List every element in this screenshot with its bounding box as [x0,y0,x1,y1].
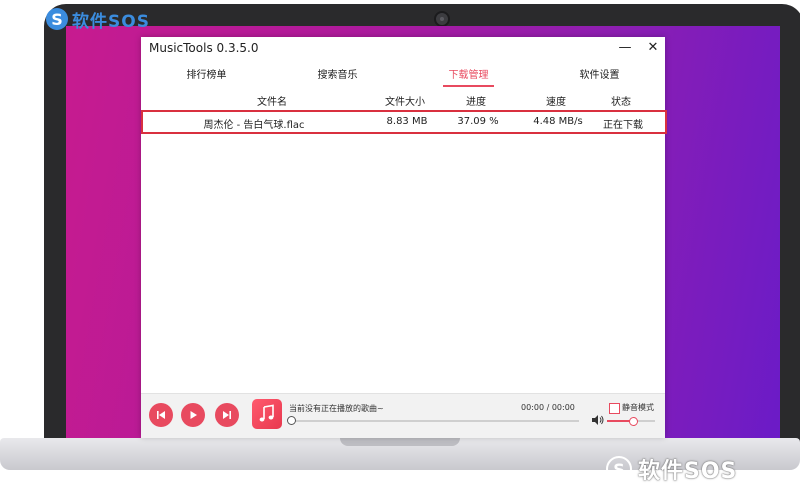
laptop-notch [340,438,460,446]
watermark-text-bottom: 软件SOS [638,459,738,484]
tab-bar: 排行榜单 搜索音乐 下载管理 软件设置 [141,65,665,87]
mute-checkbox[interactable] [609,403,620,414]
title-bar: MusicTools 0.3.5.0 — ✕ [141,37,665,61]
volume-icon[interactable] [591,414,605,426]
minimize-button[interactable]: — [616,39,634,57]
column-header-status[interactable]: 状态 [586,93,656,108]
progress-slider[interactable] [291,420,579,422]
tab-search[interactable]: 搜索音乐 [272,67,403,85]
logo-mark-icon: S [606,456,632,482]
table-row[interactable]: 周杰伦 - 告白气球.flac 8.83 MB 37.09 % 4.48 MB/… [141,110,667,134]
previous-button[interactable] [149,403,173,427]
logo-mark-icon: S [46,8,68,30]
column-header-filename[interactable]: 文件名 [177,93,367,108]
next-icon [223,411,231,419]
cell-filename: 周杰伦 - 告白气球.flac [203,120,305,131]
watermark-logo-bottom: S 软件SOS [606,454,737,484]
next-button[interactable] [215,403,239,427]
time-display: 00:00 / 00:00 [521,403,575,412]
tab-downloads[interactable]: 下载管理 [403,67,534,87]
close-button[interactable]: ✕ [644,39,662,57]
tab-charts[interactable]: 排行榜单 [141,67,272,85]
play-button[interactable] [181,403,205,427]
music-note-icon [259,404,274,422]
cell-progress: 37.09 % [457,116,499,127]
player-bar: 当前没有正在播放的歌曲~ 00:00 / 00:00 静音模式 [141,393,665,438]
play-icon [190,411,197,419]
volume-slider-knob[interactable] [629,417,639,426]
volume-slider[interactable] [607,417,655,426]
tab-settings[interactable]: 软件设置 [534,67,665,85]
table-header: 文件名 文件大小 进度 速度 状态 [141,89,665,109]
progress-slider-knob[interactable] [287,416,296,425]
cell-status: 正在下载 [603,120,643,131]
previous-icon [157,411,165,419]
camera-icon [434,11,450,27]
window-title: MusicTools 0.3.5.0 [149,41,259,55]
column-header-progress[interactable]: 进度 [431,93,521,108]
watermark-text-top: 软件SOS [72,11,150,32]
watermark-logo-top: S 软件SOS [46,6,150,32]
mute-label: 静音模式 [622,403,654,412]
album-art [252,399,282,429]
now-playing-text: 当前没有正在播放的歌曲~ [289,404,384,413]
app-window: MusicTools 0.3.5.0 — ✕ 排行榜单 搜索音乐 下载管理 软件… [141,37,667,438]
